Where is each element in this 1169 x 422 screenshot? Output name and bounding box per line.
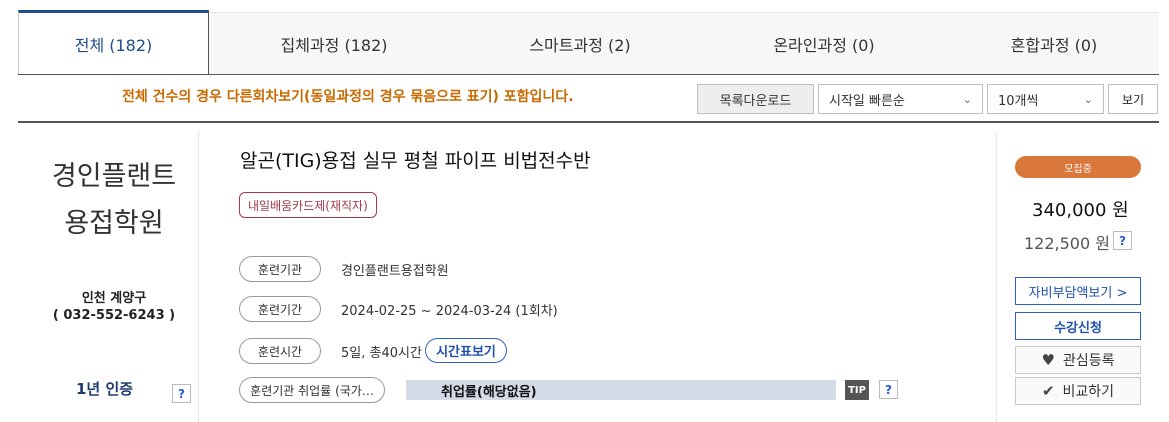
enroll-button[interactable]: 수강신청 — [1015, 312, 1141, 340]
self-pay-button[interactable]: 자비부담액보기 > — [1015, 277, 1141, 305]
info-value-institution: 경인플랜트용접학원 — [341, 264, 449, 279]
wishlist-button[interactable]: ♥ 관심등록 — [1015, 346, 1141, 374]
page-size-select-value: 10개씩 — [998, 93, 1039, 109]
employment-help-button[interactable]: ? — [879, 380, 898, 399]
tip-badge: TIP — [845, 380, 869, 400]
info-label-employment: 훈련기관 취업률 (국가… — [239, 377, 385, 403]
wishlist-button-label: 관심등록 — [1062, 353, 1115, 369]
tab-all[interactable]: 전체 (182) — [18, 10, 209, 74]
compare-button[interactable]: ✔ 비교하기 — [1015, 377, 1141, 405]
employment-rate-value: 취업률(해당없음) — [441, 385, 537, 400]
list-download-button[interactable]: 목록다운로드 — [697, 84, 814, 114]
self-pay-price: 122,500 원 — [1024, 234, 1110, 253]
page-size-select[interactable]: 10개씩 ⌄ — [987, 84, 1104, 114]
tab-smart-course[interactable]: 스마트과정 (2) — [480, 12, 680, 75]
sort-select[interactable]: 시작일 빠른순 ⌄ — [818, 84, 983, 114]
view-button[interactable]: 보기 — [1108, 84, 1158, 114]
tab-group-course[interactable]: 집체과정 (182) — [236, 12, 432, 75]
info-value-hours: 5일, 총40시간 — [341, 346, 422, 361]
chevron-down-icon: ⌄ — [1083, 93, 1093, 106]
sort-select-value: 시작일 빠른순 — [829, 93, 905, 109]
card-type-badge: 내일배움카드제(재직자) — [239, 192, 377, 218]
course-type-tabs: 전체 (182) 집체과정 (182) 스마트과정 (2) 온라인과정 (0) … — [0, 0, 1169, 75]
info-value-period: 2024-02-25 ~ 2024-03-24 (1회차) — [341, 304, 558, 319]
institution-name-line2: 용접학원 — [64, 208, 164, 239]
course-price: 340,000 원 — [1032, 200, 1129, 221]
institution-phone: ( 032-552-6243 ) — [52, 308, 176, 323]
tab-online-course[interactable]: 온라인과정 (0) — [724, 12, 924, 75]
institution-location: 인천 계양구 — [81, 291, 147, 306]
count-notice: 전체 건수의 경우 다른회차보기(동일과정의 경우 묶음으로 표기) 포함입니다… — [122, 89, 574, 105]
list-divider — [18, 121, 1159, 123]
course-title[interactable]: 알곤(TIG)용접 실무 평철 파이프 비법전수반 — [240, 146, 591, 173]
compare-button-label: 비교하기 — [1062, 384, 1115, 400]
column-separator — [996, 133, 997, 422]
check-icon: ✔ — [1041, 382, 1055, 400]
institution-name-line1: 경인플랜트 — [51, 161, 177, 192]
certification-help-button[interactable]: ? — [172, 384, 191, 403]
institution-contact: 인천 계양구 ( 032-552-6243 ) — [30, 290, 198, 324]
timetable-button[interactable]: 시간표보기 — [425, 338, 507, 363]
tab-blended-course[interactable]: 혼합과정 (0) — [954, 12, 1154, 75]
column-separator — [198, 133, 199, 422]
certification-label: 1년 인증 — [76, 380, 134, 398]
chevron-down-icon: ⌄ — [962, 93, 972, 106]
price-help-button[interactable]: ? — [1113, 231, 1132, 250]
heart-icon: ♥ — [1041, 351, 1055, 369]
info-label-hours: 훈련시간 — [239, 338, 321, 364]
info-label-period: 훈련기간 — [239, 296, 321, 322]
institution-name[interactable]: 경인플랜트 용접학원 — [30, 153, 198, 247]
status-badge: 모집중 — [1015, 156, 1141, 178]
info-label-institution: 훈련기관 — [239, 256, 321, 282]
